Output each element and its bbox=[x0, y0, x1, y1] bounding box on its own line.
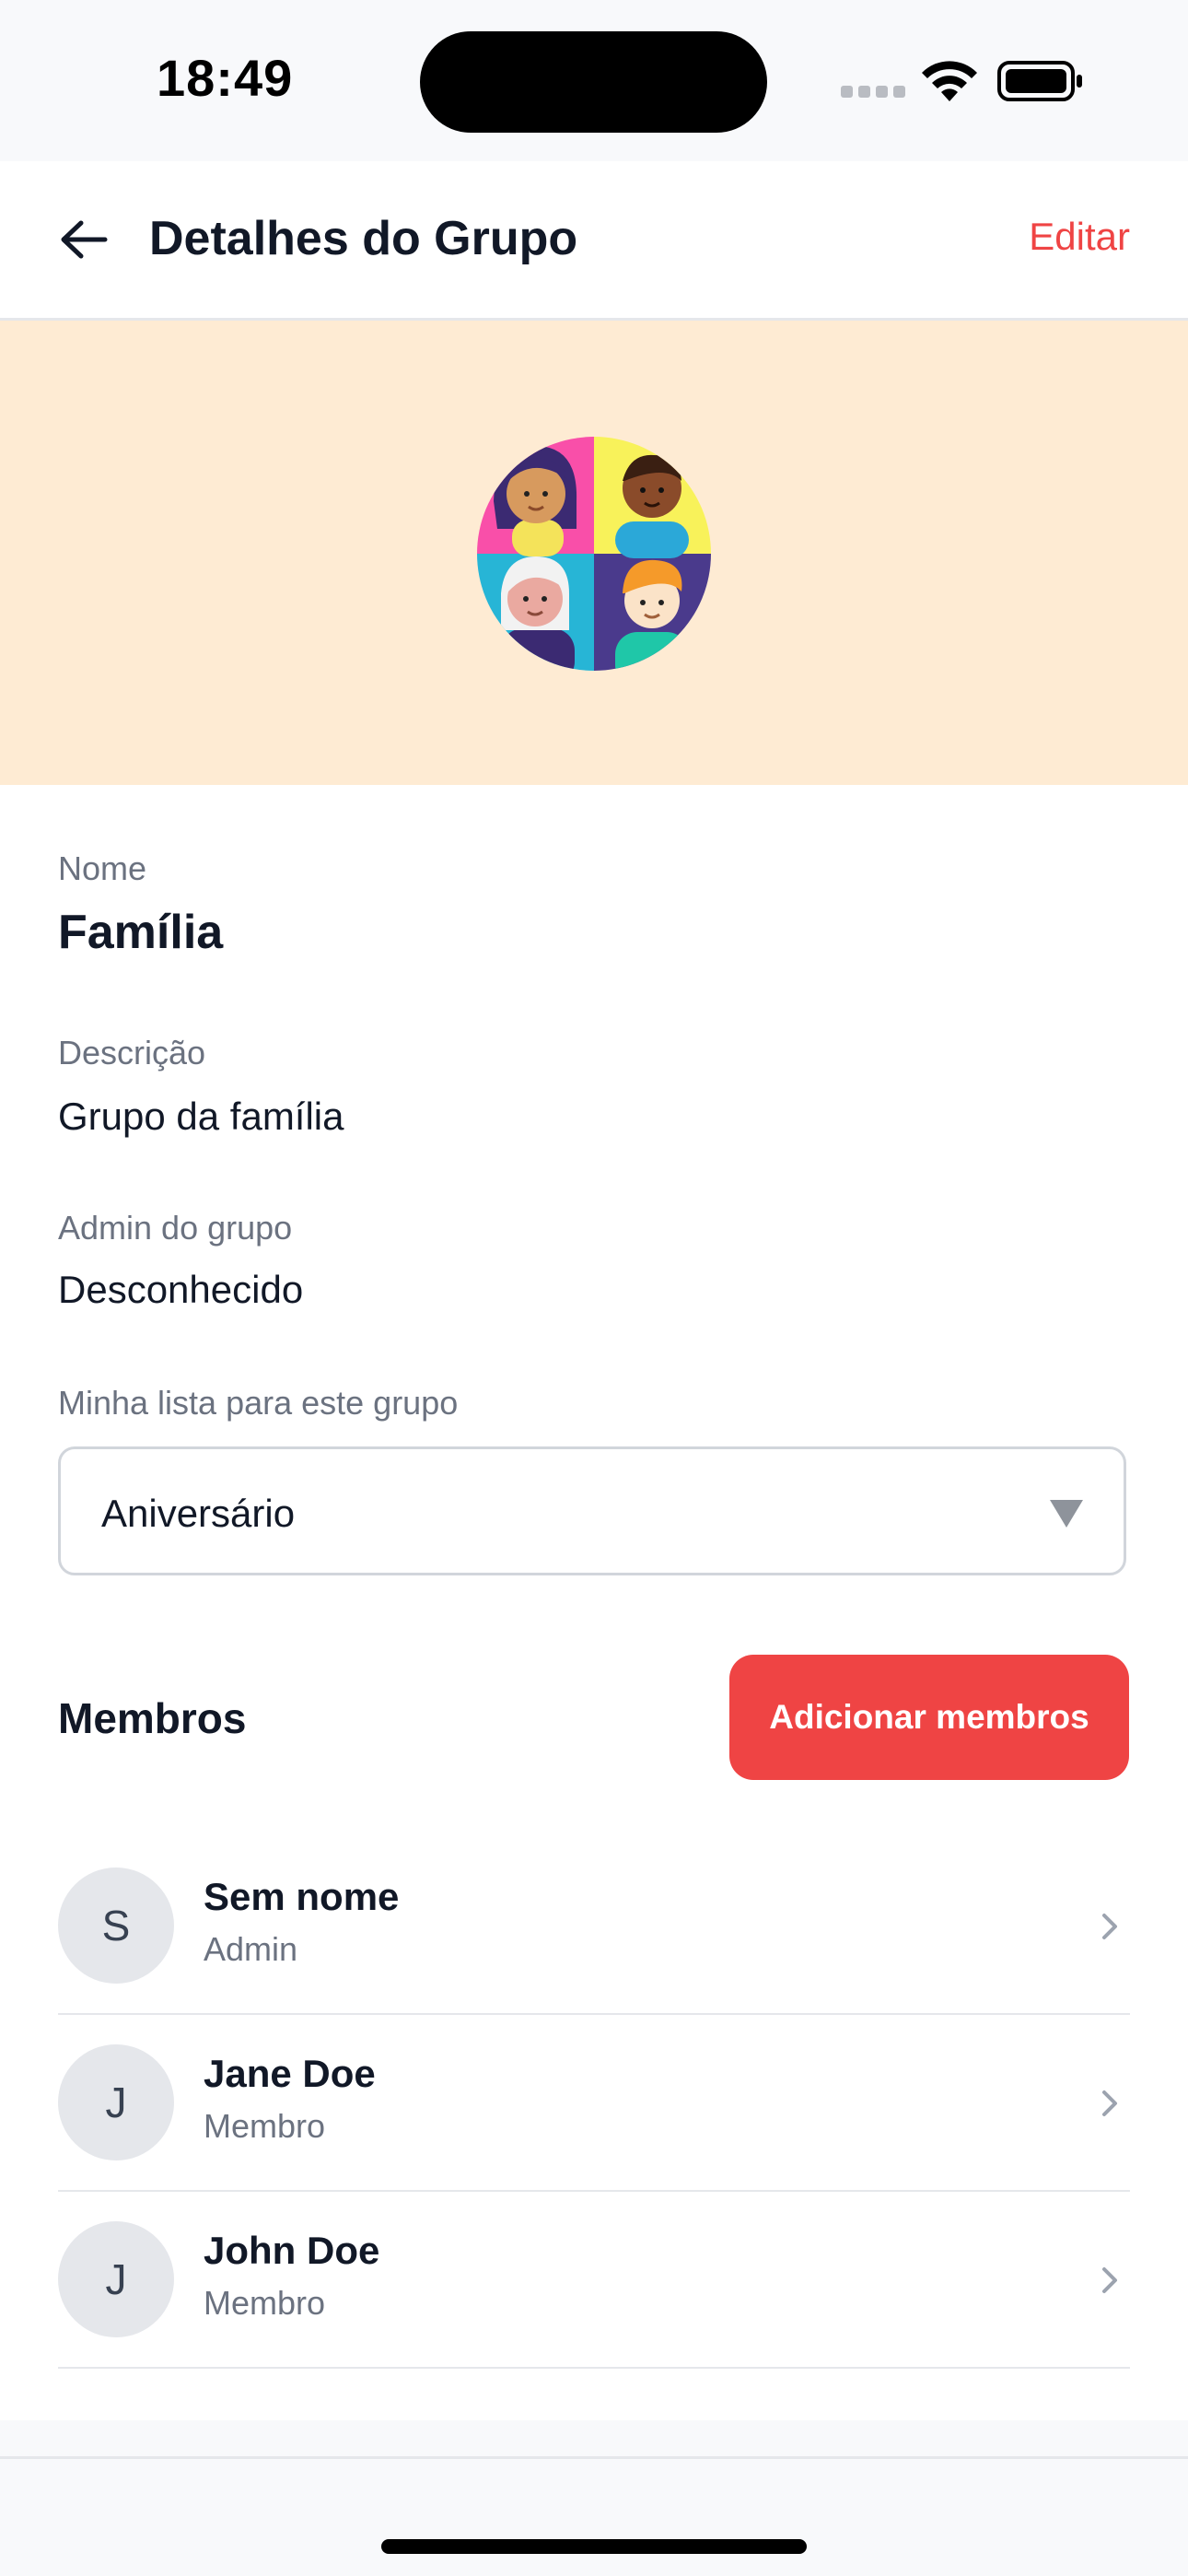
list-select[interactable]: Aniversário bbox=[58, 1446, 1126, 1575]
dynamic-island bbox=[420, 31, 767, 133]
member-name: Jane Doe bbox=[204, 2052, 376, 2095]
admin-label: Admin do grupo bbox=[58, 1209, 293, 1247]
group-admin: Desconhecido bbox=[58, 1268, 304, 1311]
avatar: S bbox=[58, 1868, 174, 1984]
group-description: Grupo da família bbox=[58, 1095, 344, 1138]
member-role: Membro bbox=[204, 2284, 326, 2322]
add-members-button[interactable]: Adicionar membros bbox=[729, 1655, 1129, 1780]
page-title: Detalhes do Grupo bbox=[149, 212, 578, 265]
nav-bar: Detalhes do Grupo Editar bbox=[0, 161, 1188, 321]
home-indicator[interactable] bbox=[381, 2539, 807, 2554]
description-label: Descrição bbox=[58, 1034, 206, 1071]
chevron-right-icon bbox=[1102, 2090, 1117, 2116]
group-hero bbox=[0, 321, 1188, 785]
member-row[interactable]: J John Doe Membro bbox=[58, 2192, 1130, 2369]
cellular-signal-icon bbox=[841, 86, 911, 102]
chevron-right-icon bbox=[1102, 1914, 1117, 1939]
wifi-icon bbox=[922, 61, 977, 101]
back-button[interactable] bbox=[53, 209, 114, 270]
list-select-value: Aniversário bbox=[101, 1492, 296, 1535]
status-bar: 18:49 bbox=[0, 0, 1188, 161]
member-row[interactable]: J Jane Doe Membro bbox=[58, 2015, 1130, 2192]
chevron-right-icon bbox=[1102, 2267, 1117, 2293]
triangle-down-icon bbox=[1050, 1500, 1083, 1528]
avatar: J bbox=[58, 2044, 174, 2160]
name-label: Nome bbox=[58, 849, 147, 887]
members-title: Membros bbox=[58, 1694, 247, 1742]
group-name: Família bbox=[58, 906, 224, 959]
member-name: John Doe bbox=[204, 2229, 380, 2272]
member-name: Sem nome bbox=[204, 1875, 400, 1918]
member-row[interactable]: S Sem nome Admin bbox=[58, 1838, 1130, 2015]
member-role: Membro bbox=[204, 2107, 326, 2145]
member-role: Admin bbox=[204, 1930, 298, 1968]
group-avatar-illustration bbox=[477, 437, 711, 671]
avatar: J bbox=[58, 2221, 174, 2337]
status-time: 18:49 bbox=[157, 49, 294, 107]
edit-button[interactable]: Editar bbox=[1029, 215, 1130, 259]
arrow-left-icon bbox=[61, 220, 108, 259]
divider bbox=[0, 2456, 1188, 2459]
battery-icon bbox=[997, 61, 1082, 101]
list-label: Minha lista para este grupo bbox=[58, 1384, 459, 1422]
group-details: Nome Família Descrição Grupo da família … bbox=[0, 785, 1188, 2420]
